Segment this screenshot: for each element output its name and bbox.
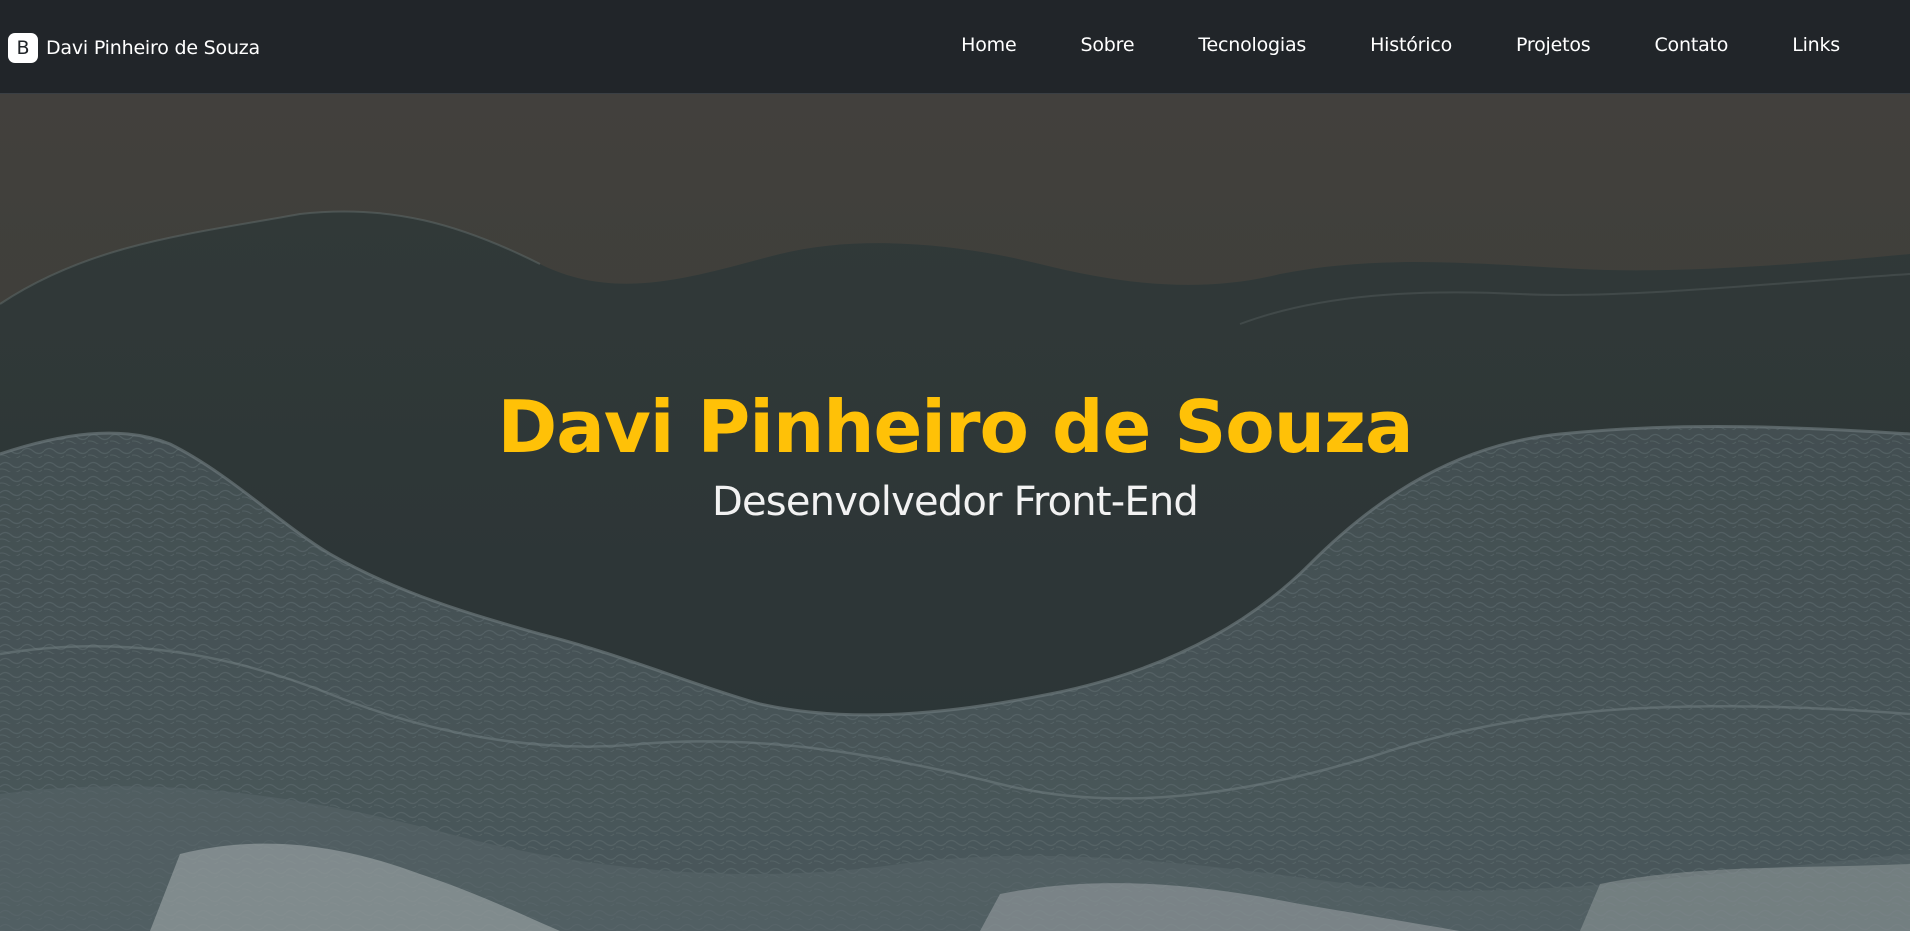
nav-item-home[interactable]: Home (961, 34, 1017, 56)
hero-title: Davi Pinheiro de Souza (497, 385, 1413, 469)
hero-content: Davi Pinheiro de Souza Desenvolvedor Fro… (0, 384, 1910, 530)
bootstrap-logo-icon: B (8, 33, 38, 63)
nav-menu: Home Sobre Tecnologias Histórico Projeto… (897, 34, 1840, 56)
hero-section: Davi Pinheiro de Souza Desenvolvedor Fro… (0, 94, 1910, 931)
hero-subtitle: Desenvolvedor Front-End (712, 479, 1199, 525)
nav-item-links[interactable]: Links (1792, 34, 1840, 56)
nav-item-historico[interactable]: Histórico (1370, 34, 1452, 56)
brand-name: Davi Pinheiro de Souza (46, 37, 260, 59)
brand-link[interactable]: B Davi Pinheiro de Souza (8, 32, 260, 64)
nav-item-sobre[interactable]: Sobre (1080, 34, 1134, 56)
nav-item-projetos[interactable]: Projetos (1516, 34, 1591, 56)
nav-item-tecnologias[interactable]: Tecnologias (1198, 34, 1306, 56)
nav-item-contato[interactable]: Contato (1654, 34, 1728, 56)
navbar: B Davi Pinheiro de Souza Home Sobre Tecn… (0, 0, 1910, 94)
